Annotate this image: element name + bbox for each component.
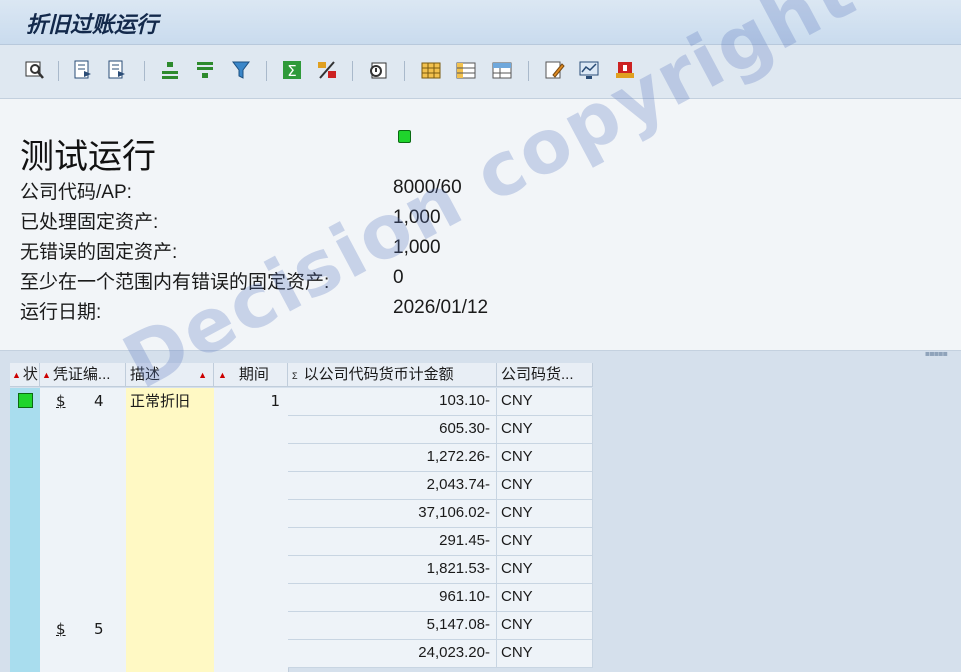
currency-cell: CNY [497,640,593,668]
sum-marker-icon: Σ [292,371,298,381]
filter-icon[interactable] [228,57,254,83]
document-column: $4 $5 [40,388,127,672]
amount-cell: 1,272.26- [288,444,497,472]
alv-grid: ▪▪▪▪▪ ▲ 状 ▲ 凭证编... 描述 ▲ ▲ 期间 Σ 以公司代码货币计金额 公司码… [0,349,961,672]
amount-cell: 605.30- [288,416,497,444]
page-title: 测试运行 [20,138,156,176]
amount-cell: 2,043.74- [288,472,497,500]
summary-panel: 测试运行 公司代码/AP: 8000/60 已处理固定资产: 1,000 无错误… [0,99,961,349]
company-code-value: 8000/60 [393,177,462,198]
column-header-period[interactable]: ▲ 期间 [214,363,288,387]
period-column: 1 [214,388,289,672]
amount-cell: 5,147.08- [288,612,497,640]
info-icon[interactable] [612,57,638,83]
processed-assets-value: 1,000 [393,207,441,228]
status-green-light-icon [398,130,411,143]
title-bar: 折旧过账运行 [0,0,961,45]
last-page-icon[interactable] [104,57,130,83]
column-header-status[interactable]: ▲ 状 [10,363,40,387]
details-icon[interactable] [22,57,48,83]
document-link-5[interactable]: $5 [56,617,104,641]
description-cell: 正常折旧 [130,392,191,410]
currency-cell: CNY [497,556,593,584]
assets-with-errors-value: 0 [393,267,404,288]
amount-cell: 37,106.02- [288,500,497,528]
column-header-document[interactable]: ▲ 凭证编... [40,363,126,387]
error-free-assets-value: 1,000 [393,237,441,258]
column-header-amount[interactable]: Σ 以公司代码货币计金额 [288,363,497,387]
run-date-label: 运行日期: [20,302,102,323]
select-layout-icon[interactable] [489,57,515,83]
first-page-icon[interactable] [70,57,96,83]
currency-cell: CNY [497,388,593,416]
error-free-assets-label: 无错误的固定资产: [20,242,178,263]
assets-with-errors-label: 至少在一个范围内有错误的固定资产: [20,272,330,293]
currency-cell: CNY [497,472,593,500]
currency-cell: CNY [497,528,593,556]
toolbar-separator [404,61,405,81]
sort-ascending-icon[interactable] [157,57,183,83]
company-code-label: 公司代码/AP: [20,182,132,203]
toolbar-separator [58,61,59,81]
sum-icon[interactable]: Σ [279,57,305,83]
amount-cell: 1,821.53- [288,556,497,584]
toolbar-separator [266,61,267,81]
toolbar-separator [528,61,529,81]
splitter-grip[interactable]: ▪▪▪▪▪ [925,349,948,358]
amount-rows: 103.10- CNY 605.30- CNY 1,272.26- CNY 2,… [288,388,593,672]
change-layout-icon[interactable] [453,57,479,83]
status-green-light-icon [18,393,33,408]
column-header-currency[interactable]: 公司码货... [497,363,593,387]
document-link-4[interactable]: $4 [56,389,104,413]
currency-cell: CNY [497,444,593,472]
print-preview-icon[interactable] [365,57,391,83]
window-title: 折旧过账运行 [26,12,159,38]
save-layout-icon[interactable] [541,57,567,83]
run-date-value: 2026/01/12 [393,297,489,318]
currency-cell: CNY [497,416,593,444]
toolbar-separator [352,61,353,81]
period-cell: 1 [270,392,280,410]
currency-cell: CNY [497,500,593,528]
spreadsheet-icon[interactable] [418,57,444,83]
processed-assets-label: 已处理固定资产: [20,212,159,233]
subtotal-icon[interactable] [314,57,340,83]
status-column [10,388,41,672]
graphic-icon[interactable] [576,57,602,83]
amount-cell: 24,023.20- [288,640,497,668]
amount-cell: 103.10- [288,388,497,416]
amount-cell: 291.45- [288,528,497,556]
currency-cell: CNY [497,584,593,612]
description-column: 正常折旧 [126,388,215,672]
svg-text:Σ: Σ [287,62,296,80]
sort-descending-icon[interactable] [192,57,218,83]
application-toolbar: Σ [0,45,961,99]
amount-cell: 961.10- [288,584,497,612]
column-header-description[interactable]: 描述 ▲ [126,363,214,387]
currency-cell: CNY [497,612,593,640]
toolbar-separator [144,61,145,81]
